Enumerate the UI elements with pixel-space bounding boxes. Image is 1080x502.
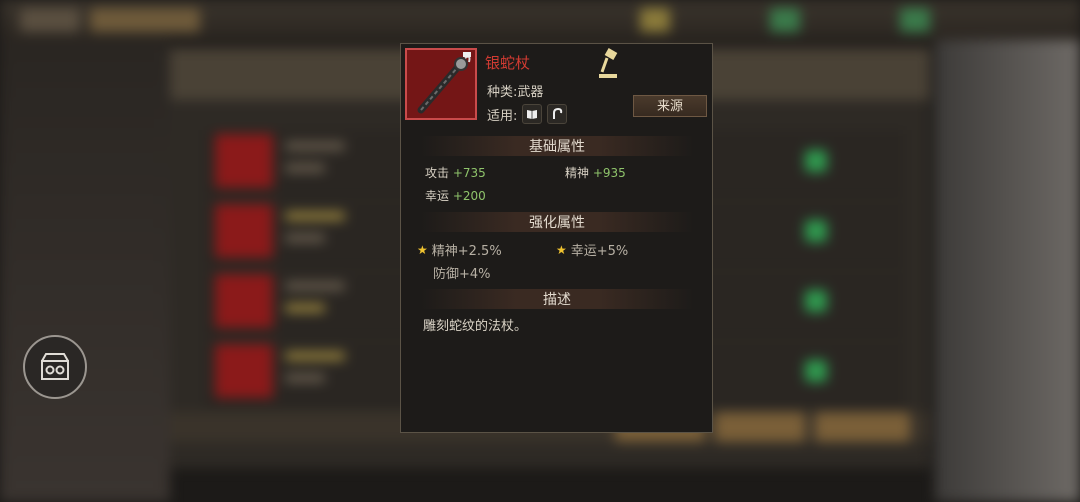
item-icon-frame (405, 48, 477, 120)
enhanced-attributes-header: 强化属性 (421, 212, 693, 232)
enhance-stat: 防御+4% (433, 267, 491, 282)
stat-attack: 攻击 +735 (425, 166, 486, 180)
item-name: 银蛇杖 (485, 54, 531, 72)
base-attributes-header: 基础属性 (421, 136, 693, 156)
stat-luck: 幸运 +200 (425, 189, 486, 203)
enhance-stat: ★ 精神+2.5% (417, 242, 502, 260)
description-header: 描述 (421, 289, 693, 309)
stat-spirit: 精神 +935 (565, 166, 626, 180)
book-icon (522, 104, 543, 124)
treasure-chest-icon (41, 353, 69, 380)
source-button[interactable]: 来源 (633, 95, 707, 117)
usable-label: 适用: (487, 108, 518, 124)
enhance-stat: ★ 幸运+5% (556, 242, 629, 260)
star-icon: ★ (556, 242, 567, 257)
usable-row: 适用: (487, 104, 568, 124)
treasure-chest-button[interactable] (23, 335, 87, 399)
item-type: 种类:武器 (487, 85, 544, 100)
hook-icon (547, 104, 568, 124)
snake-staff-icon (407, 50, 475, 118)
hammer-icon (599, 48, 618, 78)
star-icon: ★ (417, 242, 428, 257)
item-description: 雕刻蛇纹的法杖。 (423, 319, 528, 334)
item-tooltip: 银蛇杖 种类:武器 适用: 来源 基础属性 攻击 +735 精神 +935 幸运… (400, 43, 713, 433)
